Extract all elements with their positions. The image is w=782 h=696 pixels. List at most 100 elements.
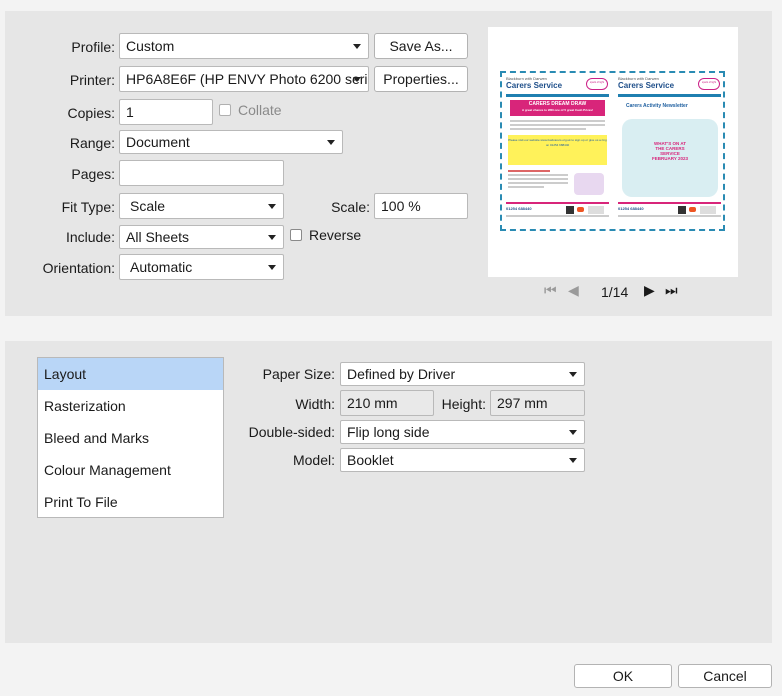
preview-winners-text [508,170,568,188]
preview-footer-text [618,215,721,217]
first-page-icon[interactable]: ⏮ [544,280,557,300]
collate-checkbox[interactable] [219,104,231,116]
chevron-down-icon [268,204,276,209]
include-value: All Sheets [126,229,190,245]
scale-input[interactable]: 100 % [374,193,468,219]
width-label: Width: [295,396,335,412]
copies-input[interactable]: 1 [119,99,213,125]
fit-type-value: Scale [130,198,166,214]
properties-button[interactable]: Properties... [374,66,468,92]
reverse-label: Reverse [309,227,362,243]
paper-size-label: Paper Size: [262,366,335,382]
height-value: 297 mm [490,390,585,416]
profile-value: Custom [126,38,175,54]
preview-banner-title: CARERS DREAM DRAW [528,101,587,107]
chevron-down-icon [353,77,361,82]
double-sided-value: Flip long side [347,424,430,440]
preview-footer-bar [618,202,721,204]
preview-sheet: Blackburn with Darwen Carers Service spa… [500,71,725,231]
profile-label: Profile: [71,39,115,55]
preview-body-text [510,120,605,130]
preview-crowd-text: WHAT'S ON AT THE CARERS SERVICE FEBRUARY… [651,141,688,161]
fit-type-label: Fit Type: [61,199,115,215]
preview-right-phone: 01254 688440 [618,206,644,211]
profile-select[interactable]: Custom [119,33,369,59]
chevron-down-icon [569,430,577,435]
scale-label: Scale: [331,199,370,215]
preview-logo-icon: spark of light [586,78,608,90]
preview-left-page: Blackburn with Darwen Carers Service spa… [504,75,611,227]
preview-yellow-box: Please visit our website www.bwdcarers.o… [508,135,607,165]
chevron-down-icon [268,235,276,240]
double-sided-label: Double-sided: [248,424,335,440]
chevron-down-icon [268,265,276,270]
qr-code-icon [678,206,686,214]
preview-illustration-icon [574,173,604,195]
partner-logo-icon [588,206,604,214]
model-select[interactable]: Booklet [340,448,585,472]
preview-logo-icon: spark of light [698,78,720,90]
preview-navigation: ⏮ ◀ 1/14 ▶ ⏭ [540,280,690,304]
orientation-select[interactable]: Automatic [119,254,284,280]
printer-label: Printer: [69,72,115,88]
height-label: Height: [441,396,486,412]
category-item-layout[interactable]: Layout [38,358,223,390]
range-label: Range: [69,135,115,151]
range-value: Document [126,134,190,150]
partner-logo-icon [700,206,716,214]
width-value: 210 mm [340,390,434,416]
preview-divider [618,94,721,97]
print-preview: Blackburn with Darwen Carers Service spa… [488,27,738,277]
ok-button[interactable]: OK [574,664,672,688]
save-as-button[interactable]: Save As... [374,33,468,59]
collate-label: Collate [238,102,282,118]
printer-value: HP6A8E6F (HP ENVY Photo 6200 series) [126,71,369,87]
model-label: Model: [292,452,335,468]
fit-type-select[interactable]: Scale [119,193,284,219]
range-select[interactable]: Document [119,130,343,154]
chevron-down-icon [569,458,577,463]
previous-page-icon[interactable]: ◀ [568,280,579,300]
category-item-colour-management[interactable]: Colour Management [38,454,223,486]
preview-crowd-illustration: WHAT'S ON AT THE CARERS SERVICE FEBRUARY… [622,119,718,197]
preview-left-logo-text: spark of light [589,81,605,84]
category-list: Layout Rasterization Bleed and Marks Col… [37,357,224,518]
paper-size-value: Defined by Driver [347,366,456,382]
pages-label: Pages: [71,166,115,182]
category-item-rasterization[interactable]: Rasterization [38,390,223,422]
preview-footer-bar [506,202,609,204]
preview-right-title: Carers Service [618,81,675,90]
orientation-label: Orientation: [42,260,115,276]
youtube-icon [689,207,696,212]
paper-size-select[interactable]: Defined by Driver [340,362,585,386]
copies-label: Copies: [67,105,115,121]
cancel-button[interactable]: Cancel [678,664,772,688]
include-select[interactable]: All Sheets [119,225,284,249]
reverse-checkbox[interactable] [290,229,302,241]
page-indicator: 1/14 [601,284,629,300]
double-sided-select[interactable]: Flip long side [340,420,585,444]
qr-code-icon [566,206,574,214]
youtube-icon [577,207,584,212]
orientation-value: Automatic [130,259,193,275]
preview-left-title: Carers Service [506,81,563,90]
printer-select[interactable]: HP6A8E6F (HP ENVY Photo 6200 series) [119,66,369,92]
category-item-print-to-file[interactable]: Print To File [38,486,223,518]
model-value: Booklet [347,452,394,468]
chevron-down-icon [569,372,577,377]
chevron-down-icon [353,44,361,49]
preview-divider [506,94,609,97]
preview-footer-text [506,215,609,217]
preview-banner-sub: A great chance to WIN one of 5 great Cas… [521,108,594,112]
preview-right-page: Blackburn with Darwen Carers Service spa… [616,75,723,227]
preview-left-phone: 01254 688440 [506,206,532,211]
next-page-icon[interactable]: ▶ [644,280,655,300]
preview-right-logo-text: spark of light [701,81,717,84]
category-item-bleed-and-marks[interactable]: Bleed and Marks [38,422,223,454]
preview-newsletter-title: Carers Activity Newsletter [626,103,688,109]
last-page-icon[interactable]: ⏭ [665,280,678,300]
pages-input[interactable] [119,160,284,186]
preview-banner: CARERS DREAM DRAW A great chance to WIN … [510,100,605,116]
chevron-down-icon [327,140,335,145]
include-label: Include: [65,229,115,245]
